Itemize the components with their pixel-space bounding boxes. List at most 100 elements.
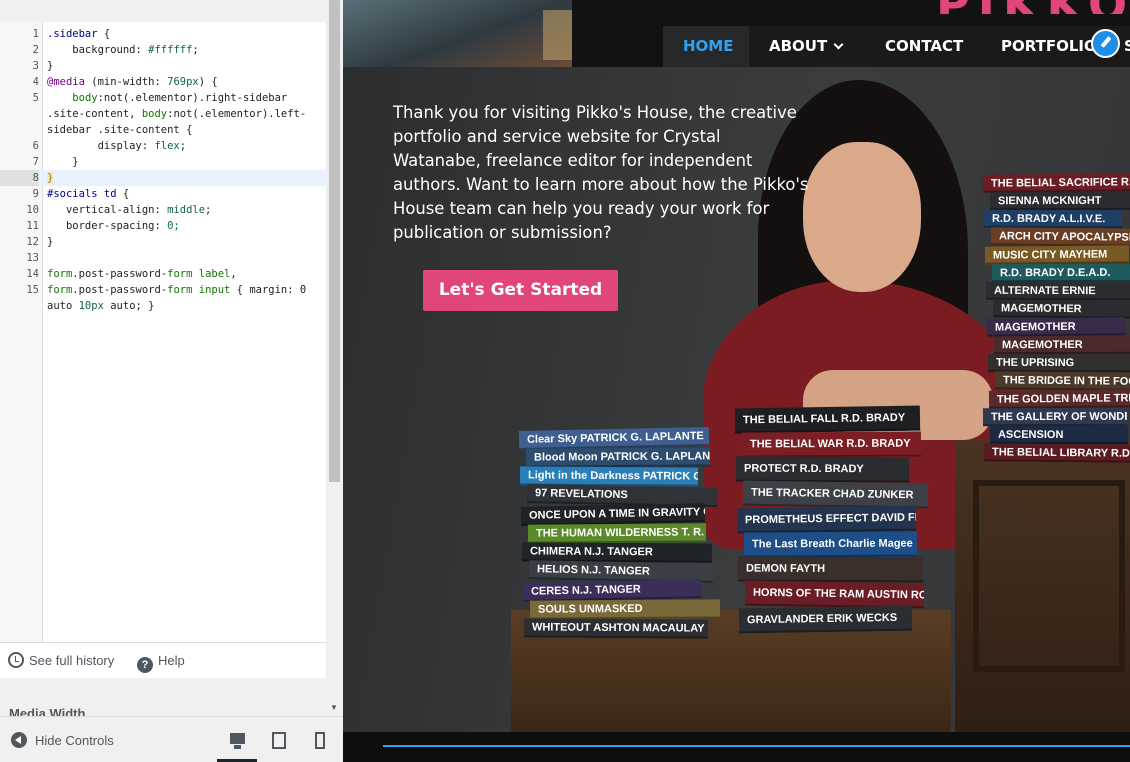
line-number: 9 [32,188,39,200]
code-line[interactable]: 7 } [0,154,326,170]
code-line[interactable]: 15 form.post-password-form input { margin… [0,282,326,298]
code-text: auto 10px auto; } [47,300,155,312]
book-spine: THE BRIDGE IN THE FOG [994,371,1130,391]
wooden-crate-right [955,440,1130,732]
code-line[interactable]: 13 [0,250,326,266]
history-row: See full history ? Help [0,642,326,678]
see-full-history-link[interactable]: See full history [8,652,114,670]
line-number: 5 [32,92,39,104]
book-spine: THE UPRISING [987,353,1130,373]
book-spine: HORNS OF THE RAM AUSTIN ROGERS [744,580,925,609]
nav-home[interactable]: HOME [663,26,749,67]
book-spine: PROMETHEUS EFFECT DAVID FLEMING [736,505,917,534]
code-text: .sidebar { [47,28,111,40]
mobile-icon [315,732,325,749]
code-text: form.post-password-form label, [47,268,237,280]
code-line[interactable]: 6 display: flex; [0,138,326,154]
media-width-heading: Media Width [9,706,86,716]
code-line[interactable]: 3} [0,58,326,74]
collapse-arrow-icon [11,732,27,748]
code-text: } [47,60,54,72]
code-line[interactable]: 5 body:not(.elementor).right-sidebar [0,90,326,106]
line-number: 2 [32,44,39,56]
book-spine: THE BELIAL SACRIFICE R.D. BRADY [982,173,1130,193]
line-number: 15 [26,284,39,296]
book-spine: SOULS UNMASKED [529,599,721,620]
code-text: sidebar .site-content { [47,124,193,136]
book-spine: ALTERNATE ERNIE [985,281,1130,301]
help-question-icon: ? [137,657,153,673]
preview-mobile-button[interactable] [300,727,340,762]
book-spine: MAGEMOTHER [986,317,1126,337]
code-text: #socials td { [47,188,130,200]
divider-line [383,745,1130,747]
book-spine: THE BELIAL WAR R.D. BRADY [741,431,922,458]
hide-controls-button[interactable]: Hide Controls [11,732,114,750]
code-text: .site-content, body:not(.elementor).left… [47,108,307,120]
code-line[interactable]: auto 10px auto; } [0,298,326,314]
code-line[interactable]: 4 @media (min-width: 769px) { [0,74,326,90]
code-line[interactable]: 12} [0,234,326,250]
code-line[interactable]: 11 border-spacing: 0; [0,218,326,234]
code-line[interactable]: 10 vertical-align: middle; [0,202,326,218]
line-number: 8 [0,170,39,186]
site-logo[interactable]: PIKKO'S [936,0,1130,14]
book-spine: MUSIC CITY MAYHEM [984,245,1130,265]
site-preview: Clear Sky PATRICK G. LAPLANTE Blood Moon … [343,0,1130,762]
book-spine: R.D. BRADY A.L.I.V.E. [983,209,1123,229]
nav-item-partial[interactable]: S [1124,26,1130,67]
panel-top-bar [0,0,326,22]
line-number: 14 [26,268,39,280]
lets-get-started-button[interactable]: Let's Get Started [423,270,618,311]
book-spine: THE GOLDEN MAPLE TREE [988,389,1130,409]
code-text: border-spacing: 0; [47,220,180,232]
customizer-panel: 1 .sidebar {2 background: #ffffff; 3} 4 @med… [0,0,343,762]
scrollbar-thumb[interactable] [329,0,340,482]
line-number: 1 [32,28,39,40]
book-spine: MAGEMOTHER [993,335,1130,355]
hide-controls-label: Hide Controls [35,733,114,748]
code-text: body:not(.elementor).right-sidebar [72,92,288,104]
desktop-icon [230,733,245,744]
code-line[interactable]: 1 .sidebar { [0,26,326,42]
code-line[interactable]: 9 #socials td { [0,186,326,202]
book-spine: ARCH CITY APOCALYPSE [990,227,1130,247]
css-code-editor[interactable]: 1 .sidebar {2 background: #ffffff; 3} 4 @med… [0,22,326,642]
code-line[interactable]: sidebar .site-content { [0,122,326,138]
book-spine: ONCE UPON A TIME IN GRAVITY CITY [520,503,706,526]
code-line[interactable]: .site-content, body:not(.elementor).left… [0,106,326,122]
book-spine: The Last Breath Charlie Magee [743,531,918,558]
book-spine: THE HUMAN WILDERNESS T. R. LIVERIDIS [527,523,707,544]
line-number: 13 [26,252,39,264]
code-line[interactable]: 14 form.post-password-form label, [0,266,326,282]
code-text: background: #ffffff; [47,44,199,56]
help-link[interactable]: ? Help [137,652,185,673]
line-number: 3 [32,60,39,72]
book-spine: THE BELIAL FALL R.D. BRADY [734,405,921,434]
book-spine: THE GALLERY OF WONDERS [982,407,1128,427]
line-number: 7 [32,156,39,168]
code-text: } [47,156,79,168]
nav-about[interactable]: ABOUT [749,26,862,67]
book-spine: DEMON FAYTH [737,556,924,583]
book-spine: MAGEMOTHER [992,299,1130,319]
scroll-down-arrow-icon[interactable]: ▼ [327,702,341,714]
chevron-down-icon [833,39,844,50]
code-text: vertical-align: middle; [47,204,212,216]
nav-about-label: ABOUT [769,37,828,55]
book-spine: CERES N.J. TANGER [522,579,702,602]
line-number: 6 [32,140,39,152]
code-line[interactable]: 8} [0,170,326,186]
code-text: @media (min-width: 769px) { [47,76,218,88]
edit-shortcut-pencil-icon[interactable] [1091,29,1120,58]
preview-desktop-button[interactable] [217,727,257,762]
nav-contact[interactable]: CONTACT [865,26,983,67]
book-spine: Clear Sky PATRICK G. LAPLANTE [518,427,710,450]
line-number: 12 [26,236,39,248]
preview-tablet-button[interactable] [259,727,299,762]
code-text: display: flex; [47,140,187,152]
hero-intro-text: Thank you for visiting Pikko's House, th… [393,103,809,242]
see-full-history-label: See full history [29,653,115,668]
book-spine: THE TRACKER CHAD ZUNKER [742,480,929,509]
code-line[interactable]: 2 background: #ffffff; [0,42,326,58]
